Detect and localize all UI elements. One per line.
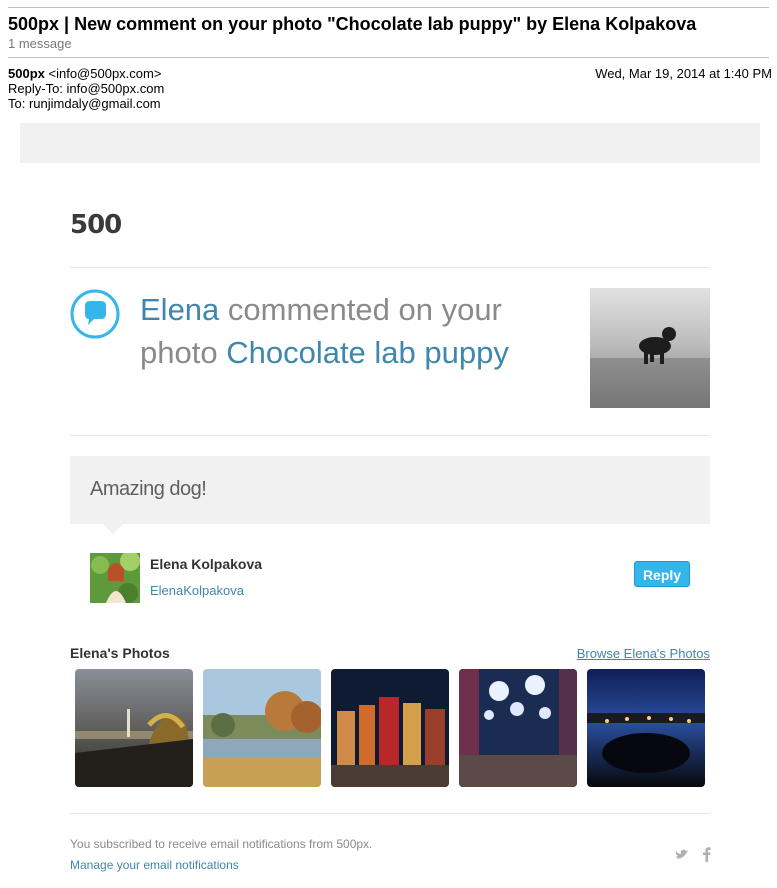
subscription-notice: You subscribed to receive email notifica… xyxy=(70,837,373,851)
sender-email[interactable]: <info@500px.com> xyxy=(49,66,162,81)
divider xyxy=(70,435,710,436)
photo-thumbnail[interactable] xyxy=(590,288,710,408)
photos-section-title: Elena's Photos xyxy=(70,645,170,661)
header-rule xyxy=(8,57,769,58)
top-banner xyxy=(20,123,760,163)
reply-button[interactable]: Reply xyxy=(634,561,690,587)
photo-title-link[interactable]: Chocolate lab puppy xyxy=(226,335,509,370)
photo-thumbnail[interactable] xyxy=(75,669,193,787)
email-date: Wed, Mar 19, 2014 at 1:40 PM xyxy=(595,66,772,81)
message-count: 1 message xyxy=(8,36,72,51)
photo-thumbnail[interactable] xyxy=(203,669,321,787)
comment-text: Amazing dog! xyxy=(90,478,207,500)
500px-logo[interactable]: 500 xyxy=(70,210,122,240)
top-rule xyxy=(8,7,769,8)
comment-pointer xyxy=(103,524,123,534)
photo-thumbnail[interactable] xyxy=(587,669,705,787)
speech-bubble-icon xyxy=(70,289,120,339)
headline-text-2: photo xyxy=(140,335,227,370)
photo-thumbnail[interactable] xyxy=(459,669,577,787)
to-line: To: runjimdaly@gmail.com xyxy=(8,96,161,111)
notification-headline: Elena commented on your photo Chocolate … xyxy=(140,288,560,374)
browse-photos-link[interactable]: Browse Elena's Photos xyxy=(577,646,710,661)
email-subject: 500px | New comment on your photo "Choco… xyxy=(8,14,697,34)
divider xyxy=(70,267,710,268)
avatar[interactable] xyxy=(90,553,140,603)
headline-text-1: commented on your xyxy=(219,292,502,327)
manage-notifications-link[interactable]: Manage your email notifications xyxy=(70,858,239,872)
sender-name[interactable]: 500px xyxy=(8,66,45,81)
commenter-handle[interactable]: ElenaKolpakova xyxy=(150,583,244,598)
commenter-name[interactable]: Elena Kolpakova xyxy=(150,556,262,572)
facebook-icon[interactable] xyxy=(702,846,711,865)
twitter-icon[interactable] xyxy=(675,848,689,864)
photo-thumbnail[interactable] xyxy=(331,669,449,787)
from-line: 500px <info@500px.com> xyxy=(8,66,161,81)
commenter-link[interactable]: Elena xyxy=(140,292,219,327)
logo-text: 500 xyxy=(70,210,122,240)
reply-to-line: Reply-To: info@500px.com xyxy=(8,81,165,96)
divider xyxy=(70,813,710,814)
